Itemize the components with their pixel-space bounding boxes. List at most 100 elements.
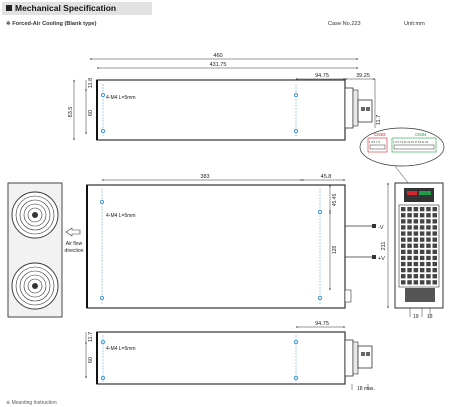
dim-end-a: 19 (413, 314, 419, 320)
vent-slot (426, 280, 431, 285)
vent-slot (407, 261, 412, 267)
vent-slot (432, 213, 437, 218)
dim-total-length: 460 (213, 53, 222, 59)
vent-slot (401, 219, 406, 224)
vent-slot (419, 249, 425, 254)
airflow-label-2: direction (65, 248, 84, 254)
vent-slot (401, 249, 406, 254)
vent-slot (401, 237, 406, 242)
vent-slot (413, 274, 419, 279)
dim-right-offset-a: 94.75 (315, 73, 329, 79)
vent-slot (407, 274, 412, 279)
vent-slot (426, 255, 431, 261)
vent-slot (401, 280, 406, 285)
dim-terminal-depth: 11.7 (376, 115, 382, 125)
vent-slot (407, 231, 412, 236)
vent-slot (419, 231, 425, 236)
dim-bottom-edge: 11.7 (88, 332, 94, 342)
vent-slot (413, 231, 419, 236)
top-view: 460 431.75 94.75 39.25 83.5 11.8 60 11.7… (68, 53, 382, 141)
vent-slot (432, 274, 437, 279)
dim-right-offset-b: 39.25 (356, 73, 370, 79)
vent-slot (401, 261, 406, 267)
vent-slot (413, 268, 419, 273)
mounting-instruction: ※ Mounting Instruction (6, 400, 57, 406)
dim-bottom-height: 60 (88, 357, 94, 363)
vent-slot (432, 207, 437, 212)
vent-slot (407, 213, 412, 218)
vent-slot (426, 274, 431, 279)
vent-slot (426, 213, 431, 218)
terminal-minus-label: -V (378, 225, 384, 231)
bottom-view: 94.75 11.7 60 4-M4 L=5mm 18 max. (85, 321, 375, 392)
vent-slot (419, 280, 425, 285)
vent-slot (419, 207, 425, 212)
vent-slot (426, 243, 431, 248)
side-view: 383 45.8 45.45 128 -V +V 4-M4 L=5mm (86, 174, 385, 309)
vent-slot (432, 268, 437, 273)
vent-slot (413, 237, 419, 242)
hole-note-top: 4-M4 L=5mm (106, 95, 136, 101)
vent-slot (407, 219, 412, 224)
vent-slot (401, 213, 406, 218)
dim-side-top: 45.45 (332, 194, 338, 207)
vent-slot (401, 207, 406, 212)
dim-height-total: 83.5 (68, 107, 74, 118)
vent-slot (419, 261, 425, 267)
vent-slot (401, 268, 406, 273)
dim-bottom-right-offset: 94.75 (315, 321, 329, 327)
vent-slot (407, 249, 412, 254)
vent-slot (401, 231, 406, 236)
vent-slot (432, 249, 437, 254)
vent-slot (407, 237, 412, 242)
vent-slot (432, 219, 437, 224)
vent-slot (426, 268, 431, 273)
vent-slot (419, 274, 425, 279)
vent-slot (413, 280, 419, 285)
vent-slot (401, 225, 406, 230)
hole-note-side: 4-M4 L=5mm (106, 213, 136, 219)
dim-inner-length: 431.75 (210, 62, 227, 68)
vent-slot (426, 249, 431, 254)
vent-slot (432, 237, 437, 242)
cn83-pins: 1 3 5 7 9 (369, 140, 380, 144)
vent-slot (413, 261, 419, 267)
vent-slot (407, 280, 412, 285)
airflow-label-1: Air flow (66, 241, 83, 247)
vent-slot (432, 255, 437, 261)
vent-slot (426, 207, 431, 212)
vent-slot (426, 219, 431, 224)
vent-slot (407, 268, 412, 273)
vent-slot (413, 219, 419, 224)
vent-slot (419, 219, 425, 224)
vent-slot (426, 261, 431, 267)
vent-slot (413, 207, 419, 212)
dim-height-inner: 60 (88, 110, 94, 116)
vent-slot (413, 255, 419, 261)
vent-slot (401, 274, 406, 279)
connector-callout: CN83 1 3 5 7 9 CN84 1 3 5 7 9 11 13 15 1… (359, 127, 445, 189)
vent-slot (407, 255, 412, 261)
dim-side-length: 383 (200, 174, 209, 180)
cn84-label: CN84 (415, 132, 427, 137)
vent-slot (426, 225, 431, 230)
cn84-pins: 1 3 5 7 9 11 13 15 17 19 21 23 (393, 140, 429, 144)
airflow-arrow-icon (65, 227, 81, 237)
vent-slot (401, 243, 406, 248)
hole-note-bottom: 4-M4 L=5mm (106, 346, 136, 352)
vent-slot (432, 243, 437, 248)
vent-slot (407, 225, 412, 230)
vent-slot (426, 231, 431, 236)
mechanical-drawing: 460 431.75 94.75 39.25 83.5 11.8 60 11.7… (7, 53, 445, 392)
fan-end-view (7, 182, 63, 318)
vent-slot (419, 213, 425, 218)
vent-slot (401, 255, 406, 261)
vent-slot (432, 231, 437, 236)
max-note: 18 max. (357, 386, 375, 392)
dim-side-mid: 128 (332, 246, 338, 255)
vent-slot (432, 225, 437, 230)
vent-slot (419, 237, 425, 242)
vent-slot (413, 243, 419, 248)
vent-slot (419, 225, 425, 230)
vent-slot (419, 255, 425, 261)
